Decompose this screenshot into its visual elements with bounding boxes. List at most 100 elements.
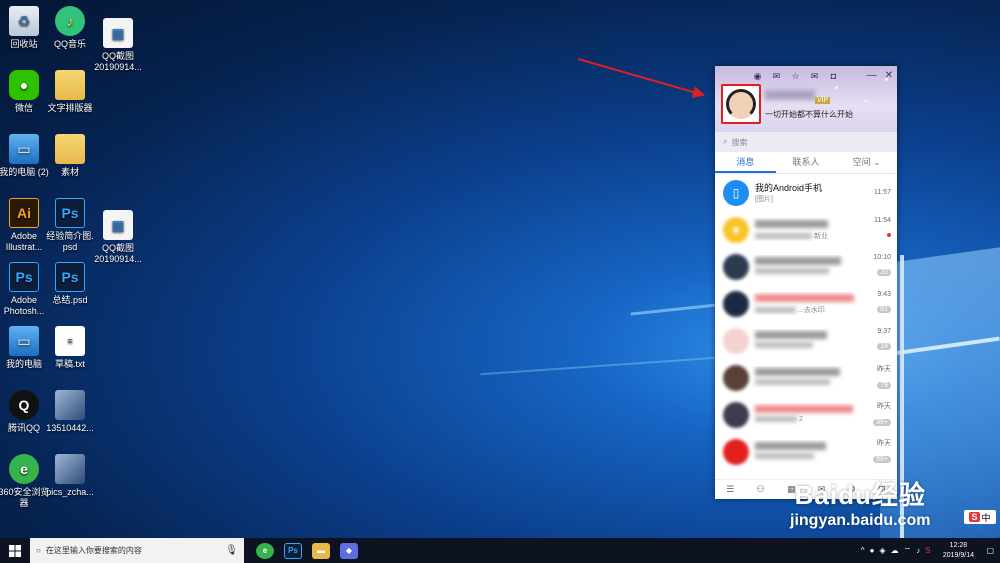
browser-360-taskbar-icon[interactable]: e bbox=[256, 542, 274, 559]
conversation-list: ▯ 我的Android手机 [图片] 11:57 ★ 新业 11:54 10:10 20 ..… bbox=[715, 174, 897, 470]
redacted-text bbox=[755, 404, 853, 413]
text-file-icon: ≡ bbox=[55, 326, 85, 356]
message-time: 昨天 bbox=[877, 439, 891, 447]
wardrobe-icon[interactable]: ◉ bbox=[751, 71, 764, 82]
network-icon[interactable]: ⌔ bbox=[904, 546, 912, 556]
conversation-row[interactable]: 昨天 99+ bbox=[715, 433, 897, 470]
unread-count-badge: 99+ bbox=[873, 455, 891, 463]
contact-name bbox=[755, 218, 869, 230]
redacted-text bbox=[755, 367, 840, 376]
contact-avatar bbox=[723, 253, 749, 280]
contact-avatar bbox=[723, 401, 749, 428]
redacted-text bbox=[755, 256, 841, 265]
psd-file-icon: Ps bbox=[55, 198, 85, 228]
message-box-icon[interactable]: ✉ bbox=[808, 71, 821, 82]
wechat-icon: ● bbox=[9, 70, 39, 100]
desktop-icon[interactable]: 素材 bbox=[37, 134, 103, 178]
app-taskbar-icon[interactable]: ◆ bbox=[340, 542, 358, 559]
camera-icon[interactable]: ◘ bbox=[827, 71, 840, 82]
desktop-icon[interactable]: Ps 总结.psd bbox=[37, 262, 103, 306]
minimize-icon[interactable]: — bbox=[867, 70, 877, 81]
redacted-text bbox=[755, 379, 830, 386]
tab-qzone[interactable]: 空间 ⌄ bbox=[836, 152, 897, 173]
user-signature[interactable]: 一切开始都不算什么开始 bbox=[765, 109, 853, 120]
contact-name bbox=[755, 440, 869, 452]
conversation-row[interactable]: ▯ 我的Android手机 [图片] 11:57 bbox=[715, 174, 897, 211]
menu-icon[interactable]: ☰ bbox=[726, 484, 734, 495]
conversation-row[interactable]: ...去水印. 9:43 81 bbox=[715, 285, 897, 322]
user-nickname-blurred bbox=[765, 90, 815, 100]
security-tray-icon[interactable]: ◈ bbox=[879, 546, 885, 555]
desktop-icon[interactable]: ≡ 草稿.txt bbox=[37, 326, 103, 370]
unread-count-badge: 81 bbox=[877, 306, 891, 313]
contact-name bbox=[755, 255, 869, 267]
desktop-icon-label: 文字排版器 bbox=[47, 103, 93, 113]
redacted-text bbox=[755, 268, 829, 275]
ime-indicator[interactable]: S 中 bbox=[964, 510, 996, 524]
clock-time: 12:28 bbox=[949, 541, 968, 549]
desktop-icon[interactable]: pics_zcha... bbox=[37, 454, 103, 498]
desktop-icon-label: 13510442... bbox=[46, 423, 94, 433]
search-input[interactable]: ⌕ 搜索 bbox=[715, 132, 897, 152]
android-phone-icon: ▯ bbox=[723, 179, 749, 206]
contact-name: 我的Android手机 bbox=[755, 183, 823, 193]
redacted-text bbox=[755, 441, 826, 450]
conversation-row[interactable]: 10:10 20 bbox=[715, 248, 897, 285]
contact-name bbox=[755, 329, 869, 341]
start-button[interactable] bbox=[0, 538, 30, 563]
cloud-tray-icon[interactable]: ☁ bbox=[891, 546, 899, 555]
conversation-row[interactable]: 2 昨天 99+ bbox=[715, 396, 897, 433]
contact-name bbox=[755, 292, 869, 304]
file-explorer-taskbar-icon[interactable]: ▬ bbox=[312, 542, 330, 559]
conversation-row[interactable]: ★ 新业 11:54 bbox=[715, 211, 897, 248]
redacted-text bbox=[755, 219, 828, 228]
photoshop-taskbar-icon[interactable]: Ps bbox=[284, 542, 302, 559]
qq-header: ◉ ✉ ☆ ✉ ◘ — ✕ VIP 一切开始都不算什么开始 bbox=[715, 66, 897, 132]
mail-icon[interactable]: ✉ bbox=[770, 71, 783, 82]
close-icon[interactable]: ✕ bbox=[885, 70, 893, 81]
message-preview: 新业 bbox=[755, 231, 869, 241]
add-friend-icon[interactable]: ⚇ bbox=[757, 484, 765, 495]
screenshot-file-icon: ▦ bbox=[103, 210, 133, 240]
star-contact-icon: ★ bbox=[723, 216, 749, 243]
qq-music-icon: ♪ bbox=[55, 6, 85, 36]
folder-icon bbox=[55, 134, 85, 164]
windows-logo-icon bbox=[9, 544, 21, 557]
sogou-logo-icon: S bbox=[969, 512, 980, 522]
taskbar-search-box[interactable]: ○ 在这里输入你要搜索的内容 🎙 bbox=[30, 538, 244, 563]
conversation-row[interactable]: 9:37 14 bbox=[715, 322, 897, 359]
notification-center-icon[interactable]: ▢ bbox=[986, 546, 994, 555]
contact-avatar bbox=[723, 364, 749, 391]
message-time: 9:37 bbox=[877, 328, 891, 335]
volume-icon[interactable]: ♪ bbox=[916, 546, 920, 555]
desktop-icon[interactable]: ▦ QQ截图 20190914... bbox=[85, 18, 151, 73]
baidu-jingyan-watermark: Baidu经验 jingyan.baidu.com bbox=[790, 475, 930, 530]
desktop-icon-label: 草稿.txt bbox=[54, 359, 85, 369]
microphone-icon[interactable]: 🎙 bbox=[225, 545, 238, 556]
sogou-tray-icon[interactable]: S bbox=[925, 546, 930, 555]
desktop-icon[interactable]: 13510442... bbox=[37, 390, 103, 434]
star-icon[interactable]: ☆ bbox=[789, 71, 802, 82]
desktop-icon[interactable]: ▦ QQ截图 20190914... bbox=[85, 210, 151, 265]
desktop-icon-label: 素材 bbox=[60, 167, 79, 177]
user-avatar[interactable] bbox=[721, 84, 761, 124]
redacted-text bbox=[755, 342, 813, 349]
unread-dot bbox=[887, 233, 891, 237]
tab-contacts[interactable]: 联系人 bbox=[776, 152, 837, 173]
computer-icon: ▭ bbox=[9, 326, 39, 356]
redacted-text bbox=[755, 233, 812, 240]
photoshop-icon: Ps bbox=[9, 262, 39, 292]
search-icon: ⌕ bbox=[723, 137, 728, 146]
conversation-row[interactable]: 昨天 79 bbox=[715, 359, 897, 396]
screenshot-file-icon: ▦ bbox=[103, 18, 133, 48]
contact-avatar bbox=[723, 327, 749, 354]
show-hidden-icons-icon[interactable]: ^ bbox=[861, 546, 865, 555]
chevron-down-icon: ⌄ bbox=[873, 157, 881, 167]
clock[interactable]: 12:28 2019/9/14 bbox=[935, 541, 981, 561]
tab-messages[interactable]: 消息 bbox=[715, 152, 776, 173]
desktop-icon[interactable]: 文字排版器 bbox=[37, 70, 103, 114]
contact-avatar bbox=[723, 438, 749, 465]
cortana-icon: ○ bbox=[36, 546, 41, 555]
qq-tray-icon[interactable]: ● bbox=[870, 546, 875, 555]
desktop-icon-label: pics_zcha... bbox=[46, 487, 94, 497]
